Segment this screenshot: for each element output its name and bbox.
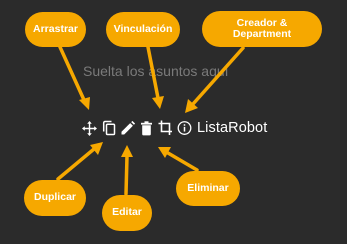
arrowhead-vinculacion [152,96,164,109]
arrow-arrastrar [58,45,86,102]
callout-editar: Editar [102,195,152,231]
callout-creador-line2: Department [232,28,292,40]
annotated-screenshot: Suelta los asuntos aquí ListaRobot Arras… [0,0,347,244]
arrow-vinculacion [146,45,160,100]
arrow-duplicar [56,147,96,181]
callout-duplicar: Duplicar [24,180,86,216]
callout-vinculacion: Vinculación [106,12,180,47]
arrow-eliminar [166,151,199,172]
arrowhead-arrastrar [79,97,90,110]
arrow-creador [191,46,245,106]
callout-creador-department: Creador & Department [202,11,322,47]
callout-creador-line1: Creador & [236,16,288,29]
arrow-editar [124,154,129,196]
callout-creador-text: Creador & Department [232,16,292,41]
callout-eliminar: Eliminar [176,171,240,206]
callout-arrastrar: Arrastrar [25,12,86,47]
arrowhead-editar [121,145,133,157]
